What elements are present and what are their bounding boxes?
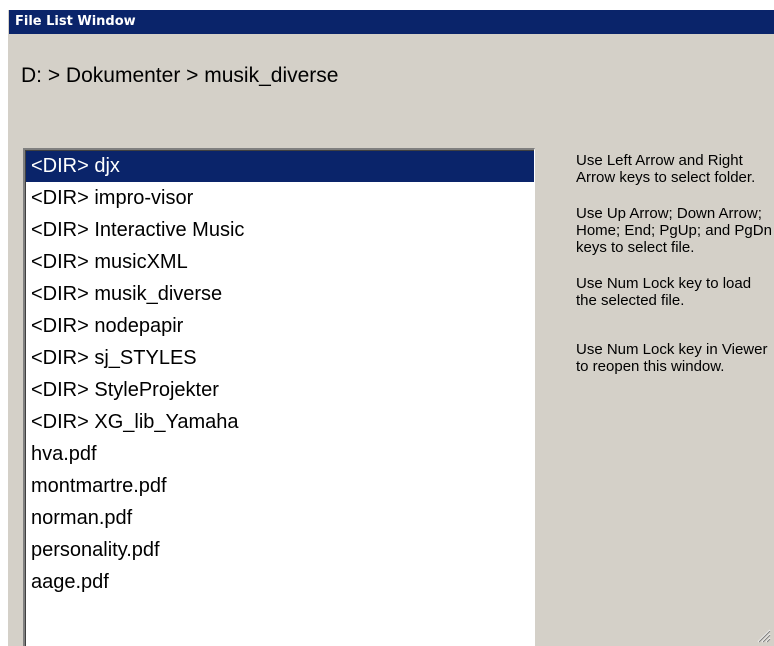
list-item[interactable]: <DIR> sj_STYLES — [25, 342, 534, 374]
list-item[interactable]: hva.pdf — [25, 438, 534, 470]
help-file-keys: Use Up Arrow; Down Arrow; Home; End; PgU… — [576, 205, 772, 256]
list-item[interactable]: norman.pdf — [25, 502, 534, 534]
current-path: D: > Dokumenter > musik_diverse — [21, 64, 339, 87]
list-item[interactable]: <DIR> musik_diverse — [25, 278, 534, 310]
list-item[interactable]: <DIR> djx — [25, 150, 534, 182]
list-item[interactable]: <DIR> XG_lib_Yamaha — [25, 406, 534, 438]
resize-grip-icon[interactable] — [755, 627, 771, 643]
list-item[interactable]: montmartre.pdf — [25, 470, 534, 502]
list-item[interactable]: <DIR> Interactive Music — [25, 214, 534, 246]
list-item[interactable]: <DIR> nodepapir — [25, 310, 534, 342]
list-item[interactable]: <DIR> StyleProjekter — [25, 374, 534, 406]
file-list-window: File List Window D: > Dokumenter > musik… — [8, 10, 774, 646]
help-folder-keys: Use Left Arrow and Right Arrow keys to s… — [576, 152, 756, 186]
list-item[interactable]: <DIR> musicXML — [25, 246, 534, 278]
list-item[interactable]: aage.pdf — [25, 566, 534, 598]
file-listbox[interactable]: <DIR> djx <DIR> impro-visor <DIR> Intera… — [23, 148, 535, 646]
help-reopen-key: Use Num Lock key in Viewer to reopen thi… — [576, 341, 768, 375]
help-text: Use Left Arrow and Right Arrow keys to s… — [576, 152, 774, 375]
window-titlebar[interactable]: File List Window — [9, 10, 774, 34]
list-item[interactable]: <DIR> impro-visor — [25, 182, 534, 214]
help-load-key: Use Num Lock key to load the selected fi… — [576, 275, 752, 309]
list-item[interactable]: personality.pdf — [25, 534, 534, 566]
